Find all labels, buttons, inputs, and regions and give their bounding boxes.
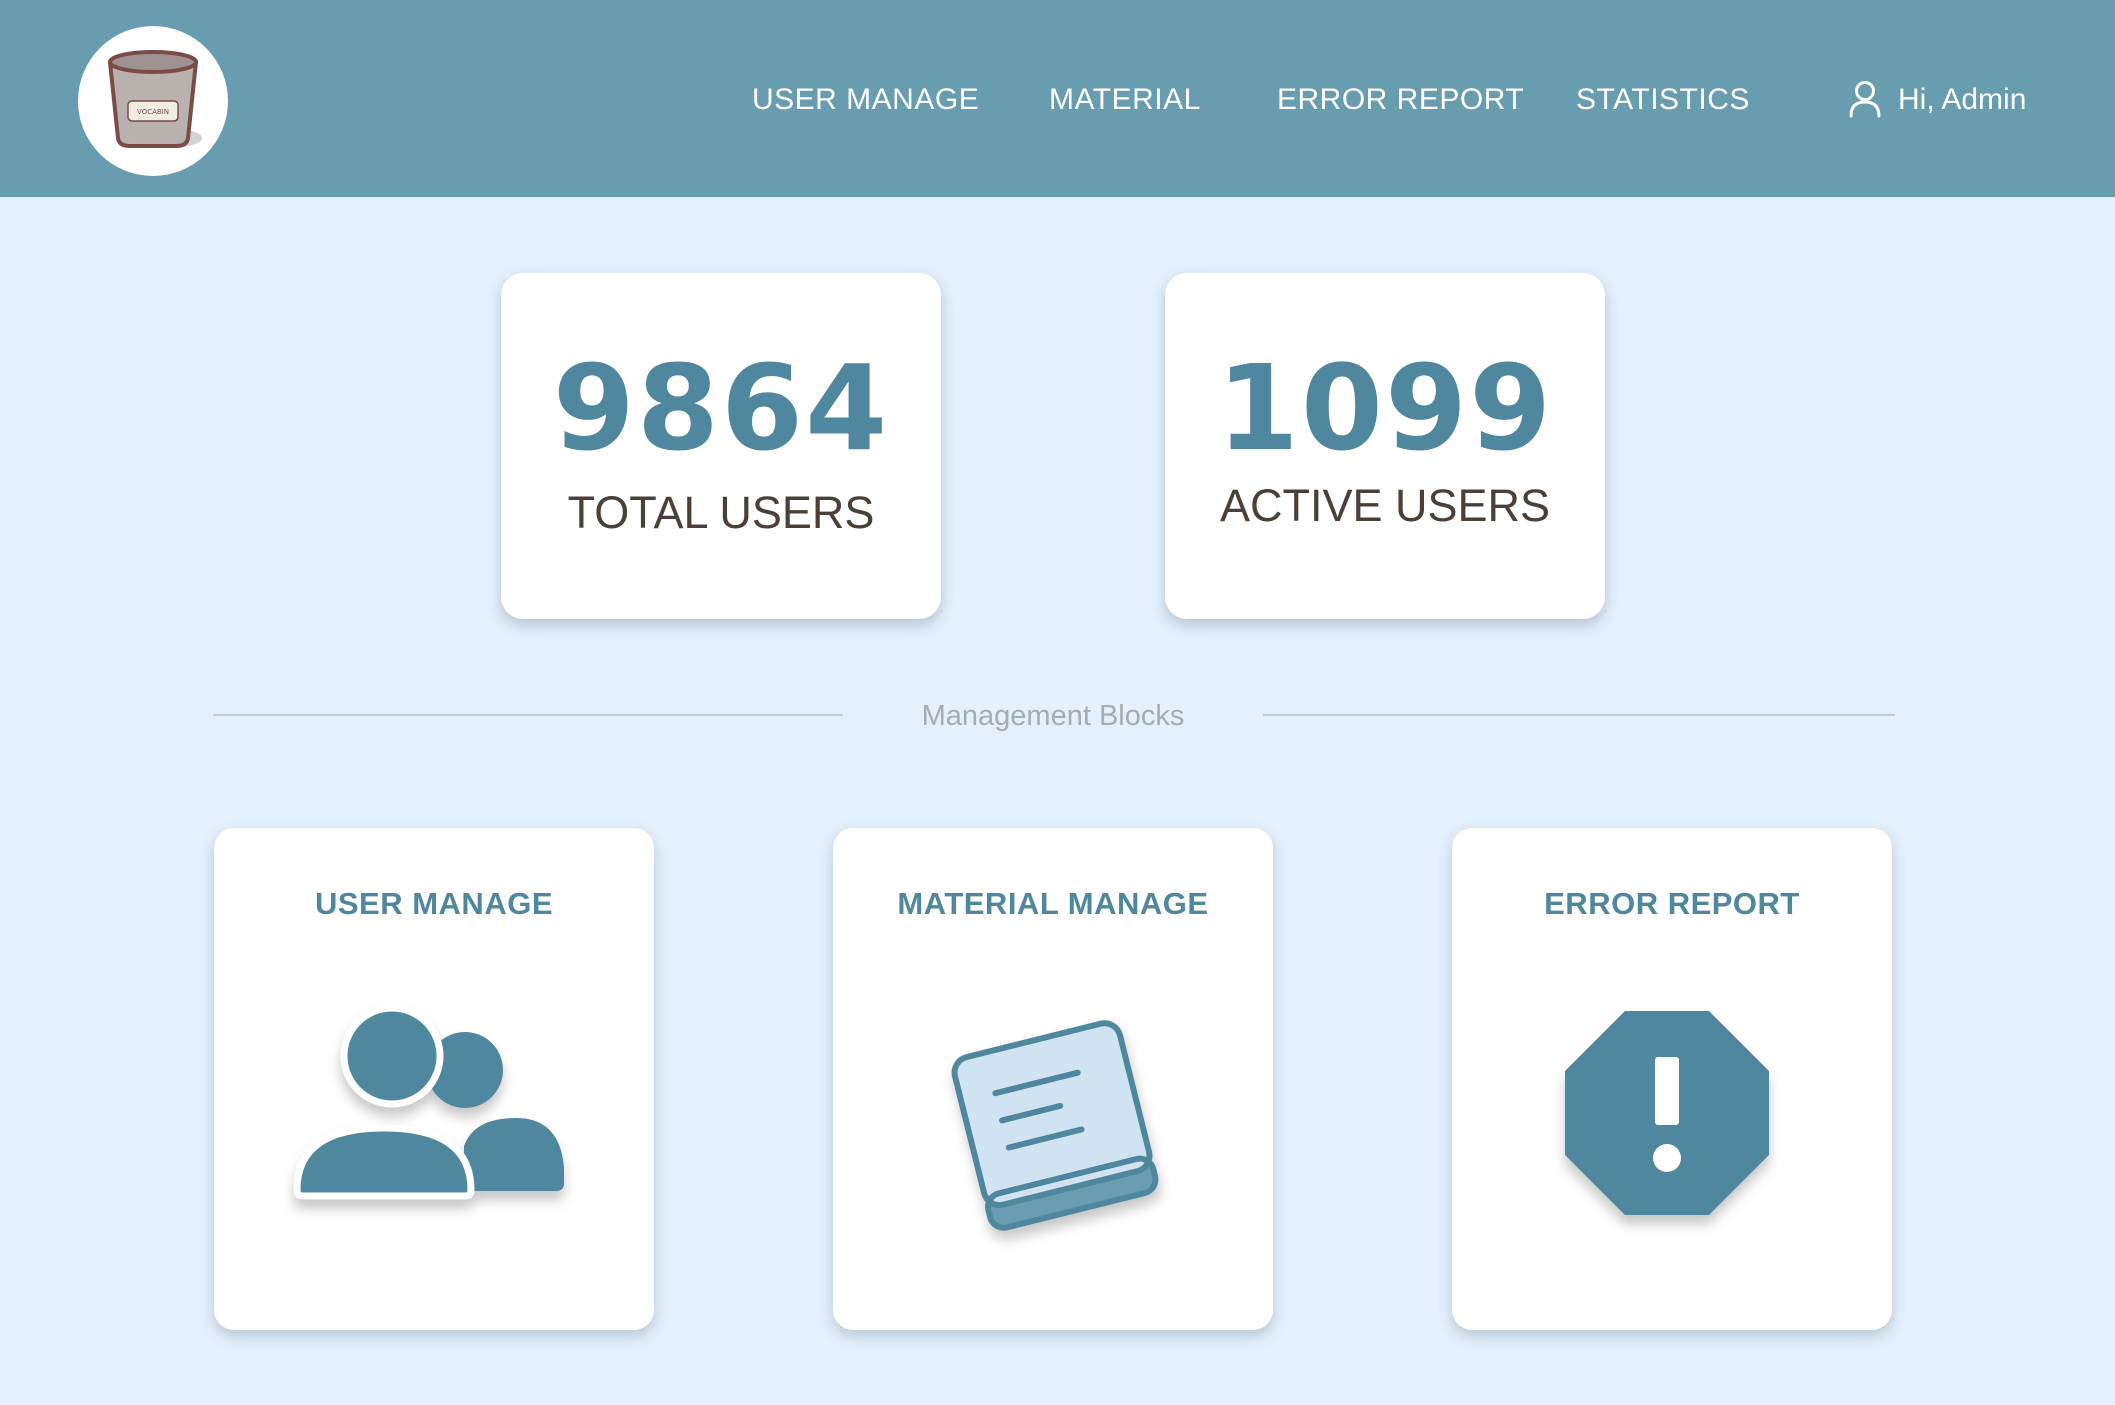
app-logo[interactable]: VOCABIN xyxy=(78,26,228,176)
error-report-title: ERROR REPORT xyxy=(1544,886,1800,921)
nav-material[interactable]: MATERIAL xyxy=(1049,78,1201,122)
users-icon xyxy=(293,1004,564,1200)
material-manage-title: MATERIAL MANAGE xyxy=(897,886,1209,921)
bucket-logo-icon: VOCABIN xyxy=(108,50,202,148)
nav-statistics[interactable]: STATISTICS xyxy=(1576,78,1750,122)
active-users-label: ACTIVE USERS xyxy=(1219,480,1551,531)
material-manage-block[interactable]: MATERIAL MANAGE xyxy=(833,828,1273,1330)
user-icon xyxy=(1849,81,1881,118)
divider-line-right xyxy=(1263,714,1895,716)
error-report-block[interactable]: ERROR REPORT xyxy=(1452,828,1892,1330)
divider-line-left xyxy=(213,714,843,716)
logo-text: VOCABIN xyxy=(137,108,169,116)
nav-error-report[interactable]: ERROR REPORT xyxy=(1277,78,1524,122)
book-icon xyxy=(951,1020,1159,1231)
active-users-card: 1099 ACTIVE USERS xyxy=(1165,273,1605,619)
admin-greeting: Hi, Admin xyxy=(1898,83,2027,116)
total-users-card: 9864 TOTAL USERS xyxy=(501,273,941,619)
nav-user-manage[interactable]: USER MANAGE xyxy=(752,78,979,122)
top-navbar: VOCABIN USER MANAGE MATERIAL ERROR REPOR… xyxy=(0,0,2115,197)
warning-octagon-icon xyxy=(1565,1011,1769,1215)
user-manage-title: USER MANAGE xyxy=(314,886,553,921)
user-manage-block[interactable]: USER MANAGE xyxy=(214,828,654,1330)
section-heading: Management Blocks xyxy=(921,700,1185,732)
active-users-count: 1099 xyxy=(1216,339,1554,477)
total-users-count: 9864 xyxy=(552,339,890,477)
total-users-label: TOTAL USERS xyxy=(567,487,875,538)
